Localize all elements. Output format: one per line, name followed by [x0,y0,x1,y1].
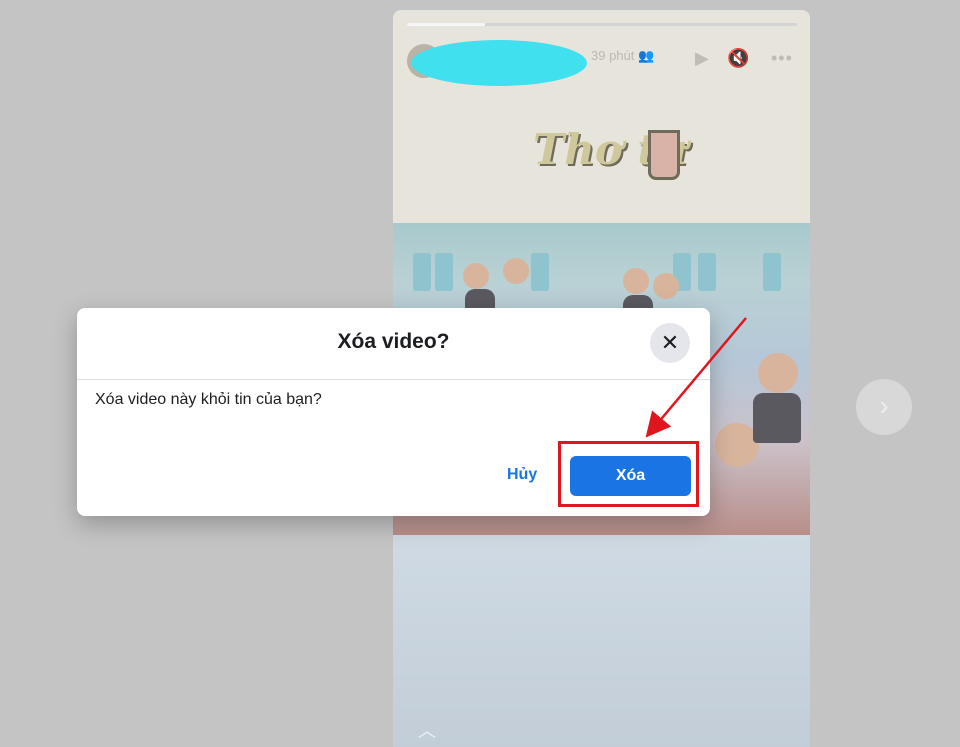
dialog-message: Xóa video này khỏi tin của bạn? [95,391,322,408]
story-progress-bar [407,23,797,26]
story-header: 39 phút 👥 ▶ 🔇 ••• [407,38,800,86]
people-icon: 👥 [638,48,655,63]
story-progress-fill [407,23,485,26]
dialog-title: Xóa video? [337,330,450,353]
more-options-icon[interactable]: ••• [771,48,793,69]
story-bottom-area [393,535,810,747]
story-timestamp: 39 phút 👥 [591,48,655,64]
play-icon[interactable]: ▶ [695,48,709,69]
photo-detail [758,353,798,393]
chevron-up-icon[interactable]: ︿ [418,717,436,743]
photo-detail [753,393,801,443]
photo-detail [435,253,453,291]
photo-detail [503,258,529,284]
close-button[interactable]: ✕ [650,323,690,363]
photo-detail [763,253,781,291]
photo-detail [698,253,716,291]
photo-detail [463,263,489,289]
annotation-highlight-box [558,441,699,507]
photo-detail [413,253,431,291]
next-story-button[interactable]: › [856,379,912,435]
cancel-button[interactable]: Hủy [507,466,537,484]
photo-detail [623,268,649,294]
photo-detail [531,253,549,291]
chevron-right-icon: › [879,390,889,421]
mute-icon[interactable]: 🔇 [727,48,749,69]
photo-detail [653,273,679,299]
redacted-name [411,40,587,86]
bubble-tea-sticker [648,130,680,180]
close-icon: ✕ [660,330,680,355]
story-time-label: 39 phút [591,48,635,63]
dialog-header: Xóa video? ✕ [77,308,710,380]
